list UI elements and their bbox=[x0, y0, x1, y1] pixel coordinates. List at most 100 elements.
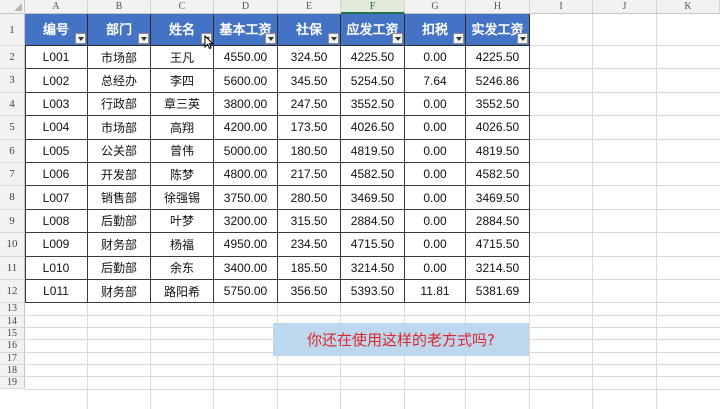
table-cell[interactable]: 余东 bbox=[151, 256, 214, 280]
table-cell[interactable]: 0.00 bbox=[405, 139, 466, 163]
table-cell[interactable]: 217.50 bbox=[278, 163, 341, 187]
column-header-d[interactable]: D bbox=[214, 0, 278, 14]
column-header-g[interactable]: G bbox=[405, 0, 466, 14]
table-cell[interactable]: 0.00 bbox=[405, 92, 466, 117]
table-cell[interactable]: 234.50 bbox=[278, 233, 341, 257]
filter-dropdown-icon[interactable] bbox=[328, 33, 339, 44]
table-cell[interactable]: 5381.69 bbox=[466, 280, 530, 304]
table-cell[interactable]: 后勤部 bbox=[88, 209, 151, 234]
table-cell[interactable]: 4582.50 bbox=[466, 163, 530, 187]
table-cell[interactable]: 0.00 bbox=[405, 209, 466, 234]
table-cell[interactable]: 3469.50 bbox=[466, 186, 530, 210]
row-header-10[interactable]: 10 bbox=[0, 233, 25, 257]
table-cell[interactable]: 3400.00 bbox=[214, 256, 278, 280]
table-cell[interactable]: 3800.00 bbox=[214, 92, 278, 117]
table-cell[interactable]: 3214.50 bbox=[341, 256, 405, 280]
table-cell[interactable]: 3469.50 bbox=[341, 186, 405, 210]
table-cell[interactable]: 4026.50 bbox=[341, 116, 405, 140]
table-cell[interactable]: 总经办 bbox=[88, 69, 151, 93]
table-cell[interactable]: 市场部 bbox=[88, 116, 151, 140]
select-all-corner[interactable] bbox=[0, 0, 25, 14]
table-cell[interactable]: L007 bbox=[25, 186, 88, 210]
filter-dropdown-icon[interactable] bbox=[392, 33, 403, 44]
table-cell[interactable]: 章三英 bbox=[151, 92, 214, 117]
table-cell[interactable]: 公关部 bbox=[88, 139, 151, 163]
table-cell[interactable]: 4550.00 bbox=[214, 46, 278, 70]
table-header-cell[interactable]: 基本工资 bbox=[214, 14, 278, 46]
column-header-e[interactable]: E bbox=[278, 0, 341, 14]
table-header-cell[interactable]: 编号 bbox=[25, 14, 88, 46]
table-cell[interactable]: L004 bbox=[25, 116, 88, 140]
table-cell[interactable]: L005 bbox=[25, 139, 88, 163]
table-cell[interactable]: 叶梦 bbox=[151, 209, 214, 234]
table-cell[interactable]: 3552.50 bbox=[466, 92, 530, 117]
table-cell[interactable]: 185.50 bbox=[278, 256, 341, 280]
row-header-2[interactable]: 2 bbox=[0, 46, 25, 70]
table-cell[interactable]: 4225.50 bbox=[466, 46, 530, 70]
row-header-7[interactable]: 7 bbox=[0, 163, 25, 187]
table-cell[interactable]: 11.81 bbox=[405, 280, 466, 304]
table-header-cell[interactable]: 部门 bbox=[88, 14, 151, 46]
table-cell[interactable]: 4715.50 bbox=[466, 233, 530, 257]
table-cell[interactable]: 2884.50 bbox=[466, 209, 530, 234]
column-header-j[interactable]: J bbox=[593, 0, 657, 14]
column-header-h[interactable]: H bbox=[466, 0, 530, 14]
table-cell[interactable]: 3552.50 bbox=[341, 92, 405, 117]
column-header-k[interactable]: K bbox=[657, 0, 720, 14]
row-header-8[interactable]: 8 bbox=[0, 186, 25, 210]
table-cell[interactable]: 李四 bbox=[151, 69, 214, 93]
row-header-13[interactable]: 13 bbox=[0, 303, 25, 316]
table-cell[interactable]: 5254.50 bbox=[341, 69, 405, 93]
table-cell[interactable]: 杨福 bbox=[151, 233, 214, 257]
table-cell[interactable]: L011 bbox=[25, 280, 88, 304]
table-cell[interactable]: 0.00 bbox=[405, 116, 466, 140]
table-cell[interactable]: L006 bbox=[25, 163, 88, 187]
table-cell[interactable]: 曾伟 bbox=[151, 139, 214, 163]
table-cell[interactable]: 4819.50 bbox=[466, 139, 530, 163]
table-cell[interactable]: 高翔 bbox=[151, 116, 214, 140]
row-header-14[interactable]: 14 bbox=[0, 315, 25, 328]
table-cell[interactable]: 4026.50 bbox=[466, 116, 530, 140]
row-header-5[interactable]: 5 bbox=[0, 116, 25, 140]
column-header-f[interactable]: F bbox=[341, 0, 405, 14]
table-cell[interactable]: 后勤部 bbox=[88, 256, 151, 280]
table-cell[interactable]: 2884.50 bbox=[341, 209, 405, 234]
table-cell[interactable]: 4715.50 bbox=[341, 233, 405, 257]
table-cell[interactable]: 0.00 bbox=[405, 186, 466, 210]
table-cell[interactable]: 王凡 bbox=[151, 46, 214, 70]
table-cell[interactable]: 陈梦 bbox=[151, 163, 214, 187]
filter-dropdown-icon[interactable] bbox=[265, 33, 276, 44]
filter-dropdown-icon[interactable] bbox=[138, 33, 149, 44]
row-header-6[interactable]: 6 bbox=[0, 139, 25, 163]
column-header-a[interactable]: A bbox=[25, 0, 88, 14]
row-header-1[interactable]: 1 bbox=[0, 14, 25, 46]
table-cell[interactable]: L002 bbox=[25, 69, 88, 93]
row-header-4[interactable]: 4 bbox=[0, 92, 25, 117]
row-header-17[interactable]: 17 bbox=[0, 352, 25, 365]
table-cell[interactable]: L010 bbox=[25, 256, 88, 280]
table-cell[interactable]: 345.50 bbox=[278, 69, 341, 93]
table-cell[interactable]: 4225.50 bbox=[341, 46, 405, 70]
row-header-9[interactable]: 9 bbox=[0, 209, 25, 234]
row-header-18[interactable]: 18 bbox=[0, 364, 25, 378]
table-cell[interactable]: 4582.50 bbox=[341, 163, 405, 187]
table-cell[interactable]: 5750.00 bbox=[214, 280, 278, 304]
table-header-cell[interactable]: 应发工资 bbox=[341, 14, 405, 46]
table-cell[interactable]: 开发部 bbox=[88, 163, 151, 187]
table-cell[interactable]: L008 bbox=[25, 209, 88, 234]
table-cell[interactable]: 247.50 bbox=[278, 92, 341, 117]
table-cell[interactable]: 5600.00 bbox=[214, 69, 278, 93]
row-header-11[interactable]: 11 bbox=[0, 256, 25, 280]
table-cell[interactable]: 324.50 bbox=[278, 46, 341, 70]
filter-dropdown-icon[interactable] bbox=[453, 33, 464, 44]
table-cell[interactable]: 180.50 bbox=[278, 139, 341, 163]
table-cell[interactable]: L001 bbox=[25, 46, 88, 70]
table-cell[interactable]: 0.00 bbox=[405, 233, 466, 257]
table-header-cell[interactable]: 扣税 bbox=[405, 14, 466, 46]
table-cell[interactable]: 行政部 bbox=[88, 92, 151, 117]
table-cell[interactable]: 4819.50 bbox=[341, 139, 405, 163]
table-header-cell[interactable]: 社保 bbox=[278, 14, 341, 46]
filter-dropdown-icon[interactable] bbox=[75, 33, 86, 44]
row-header-15[interactable]: 15 bbox=[0, 328, 25, 341]
filter-dropdown-icon[interactable] bbox=[517, 33, 528, 44]
